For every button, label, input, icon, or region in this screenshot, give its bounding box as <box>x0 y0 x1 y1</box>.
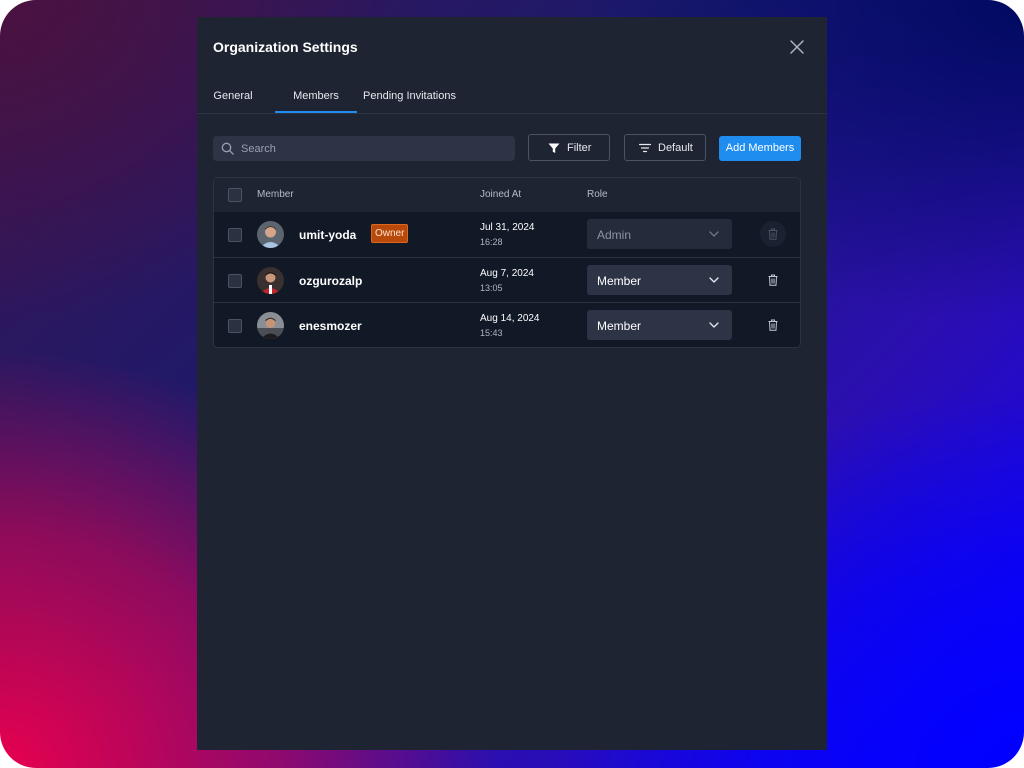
role-select-value: Member <box>597 319 642 333</box>
close-icon <box>790 40 804 54</box>
table-row: ozgurozalp Aug 7, 2024 13:05 Member <box>214 257 800 303</box>
modal-title: Organization Settings <box>213 39 358 55</box>
tab-members[interactable]: Members <box>275 85 357 113</box>
add-members-button[interactable]: Add Members <box>719 136 801 161</box>
search-input[interactable] <box>239 136 511 161</box>
tab-general[interactable]: General <box>211 85 255 111</box>
trash-icon <box>768 274 778 286</box>
table-row: umit-yoda Owner Jul 31, 2024 16:28 Admin <box>214 212 800 257</box>
column-header-role: Role <box>587 189 608 200</box>
filter-button-label: Filter <box>567 142 592 154</box>
filter-icon <box>548 143 560 153</box>
avatar <box>257 267 284 294</box>
column-header-joined-at: Joined At <box>480 189 522 200</box>
close-button[interactable] <box>787 37 807 57</box>
avatar <box>257 221 284 248</box>
table-row: enesmozer Aug 14, 2024 15:43 Member <box>214 302 800 347</box>
member-username[interactable]: enesmozer <box>299 319 362 333</box>
chevron-down-icon <box>709 277 719 283</box>
role-select-value: Admin <box>597 228 632 242</box>
tab-pending-invitations[interactable]: Pending Invitations <box>362 85 457 111</box>
search-icon <box>221 142 234 155</box>
joined-time: 15:43 <box>480 328 503 338</box>
members-table: Member Joined At Role umit-yoda Owner Ju… <box>213 177 801 348</box>
joined-time: 13:05 <box>480 283 503 293</box>
search-box <box>213 136 515 161</box>
role-select-value: Member <box>597 274 642 288</box>
chevron-down-icon <box>709 231 719 237</box>
avatar <box>257 312 284 339</box>
column-header-member: Member <box>257 189 294 200</box>
settings-tabs: General Members Pending Invitations <box>197 85 827 114</box>
role-select[interactable]: Member <box>587 310 732 340</box>
joined-date: Aug 14, 2024 <box>480 313 540 324</box>
chevron-down-icon <box>709 322 719 328</box>
role-select[interactable]: Member <box>587 265 732 295</box>
trash-icon <box>768 228 778 240</box>
delete-member-button <box>760 221 786 247</box>
trash-icon <box>768 319 778 331</box>
member-username[interactable]: umit-yoda <box>299 228 356 242</box>
member-username[interactable]: ozgurozalp <box>299 274 362 288</box>
delete-member-button[interactable] <box>760 267 786 293</box>
sort-default-button[interactable]: Default <box>624 134 706 161</box>
select-all-checkbox[interactable] <box>228 188 242 202</box>
joined-time: 16:28 <box>480 237 503 247</box>
row-checkbox[interactable] <box>228 319 242 333</box>
filter-button[interactable]: Filter <box>528 134 610 161</box>
sort-lines-icon <box>639 143 651 153</box>
sort-button-label: Default <box>658 142 693 154</box>
row-checkbox[interactable] <box>228 274 242 288</box>
owner-badge: Owner <box>371 224 409 243</box>
row-checkbox[interactable] <box>228 228 242 242</box>
joined-date: Aug 7, 2024 <box>480 268 534 279</box>
delete-member-button[interactable] <box>760 312 786 338</box>
table-header: Member Joined At Role <box>214 178 800 213</box>
role-select: Admin <box>587 219 732 249</box>
organization-settings-modal: Organization Settings General Members Pe… <box>197 17 827 750</box>
joined-date: Jul 31, 2024 <box>480 222 535 233</box>
